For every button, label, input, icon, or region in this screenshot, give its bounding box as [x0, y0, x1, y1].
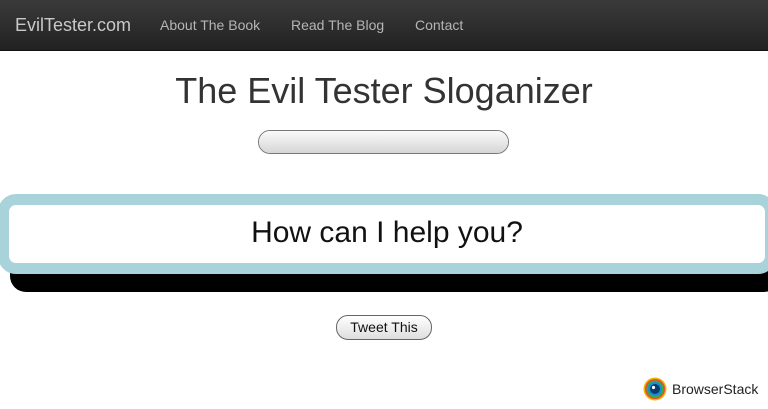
page-title: The Evil Tester Sloganizer	[175, 70, 593, 111]
browserstack-logo[interactable]: BrowserStack	[643, 377, 758, 401]
progress-bar-fill	[259, 131, 508, 153]
nav-link-read-the-blog[interactable]: Read The Blog	[291, 17, 384, 33]
brand-link[interactable]: EvilTester.com	[15, 15, 131, 36]
navbar: EvilTester.com About The Book Read The B…	[0, 0, 768, 51]
nav-link-contact[interactable]: Contact	[415, 17, 463, 33]
slogan-box: How can I help you?	[0, 194, 768, 274]
browserstack-logo-text: BrowserStack	[672, 381, 759, 397]
progress-bar	[258, 130, 509, 154]
tweet-this-button[interactable]: Tweet This	[336, 315, 432, 340]
nav-link-about-the-book[interactable]: About The Book	[160, 17, 260, 33]
browserstack-logo-icon	[643, 377, 667, 401]
slogan-text: How can I help you?	[251, 216, 523, 249]
